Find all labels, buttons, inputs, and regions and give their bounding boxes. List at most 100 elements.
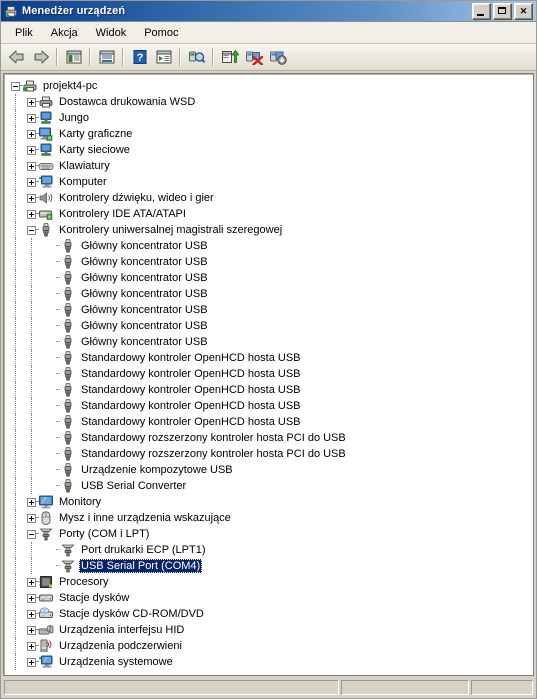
- tree-item[interactable]: Główny koncentrator USB: [4, 334, 533, 350]
- tree-item[interactable]: Standardowy kontroler OpenHCD hosta USB: [4, 414, 533, 430]
- expand-plus-icon[interactable]: [27, 625, 36, 635]
- tree-item[interactable]: Standardowy rozszerzony kontroler hosta …: [4, 430, 533, 446]
- show-list-view-icon[interactable]: [152, 46, 175, 68]
- tree-item[interactable]: Stacje dysków CD-ROM/DVD: [4, 606, 533, 622]
- expand-plus-icon[interactable]: [27, 129, 36, 139]
- expand-plus-icon[interactable]: [27, 497, 36, 507]
- tree-item[interactable]: Kontrolery dźwięku, wideo i gier: [4, 190, 533, 206]
- tree-item[interactable]: Mysz i inne urządzenia wskazujące: [4, 510, 533, 526]
- menu-akcja[interactable]: Akcja: [42, 25, 87, 41]
- tree-item[interactable]: Karty graficzne: [4, 126, 533, 142]
- minimize-button[interactable]: [472, 2, 491, 20]
- tree-item[interactable]: Główny koncentrator USB: [4, 270, 533, 286]
- keyboard-icon: [38, 158, 54, 174]
- expand-plus-icon[interactable]: [27, 641, 36, 651]
- tree-item[interactable]: Monitory: [4, 494, 533, 510]
- usb-icon: [60, 398, 76, 414]
- tree-item[interactable]: Klawiatury: [4, 158, 533, 174]
- expand-plus-icon[interactable]: [27, 97, 36, 107]
- forward-arrow-icon[interactable]: [29, 46, 52, 68]
- tree-item[interactable]: USB Serial Converter: [4, 478, 533, 494]
- expand-plus-icon[interactable]: [27, 609, 36, 619]
- tree-item-label: Komputer: [59, 176, 107, 188]
- enable-device-icon[interactable]: [266, 46, 289, 68]
- back-arrow-icon[interactable]: [5, 46, 28, 68]
- device-tree[interactable]: projekt4-pc Dostawca drukowania WSD Jungo K…: [3, 73, 534, 676]
- expand-plus-icon[interactable]: [27, 177, 36, 187]
- tree-item[interactable]: projekt4-pc: [4, 78, 533, 94]
- uninstall-device-icon[interactable]: [242, 46, 265, 68]
- tree-item[interactable]: Główny koncentrator USB: [4, 286, 533, 302]
- computer-root-icon: [22, 78, 38, 94]
- tree-item[interactable]: Karty sieciowe: [4, 142, 533, 158]
- tree-item[interactable]: Procesory: [4, 574, 533, 590]
- close-button[interactable]: ✕: [514, 2, 533, 20]
- expand-plus-icon[interactable]: [27, 513, 36, 523]
- tree-item[interactable]: Porty (COM i LPT): [4, 526, 533, 542]
- tree-item[interactable]: Standardowy kontroler OpenHCD hosta USB: [4, 366, 533, 382]
- tree-item[interactable]: Główny koncentrator USB: [4, 254, 533, 270]
- tree-item[interactable]: USB Serial Port (COM4): [4, 558, 533, 574]
- usb-icon: [38, 222, 54, 238]
- update-driver-icon[interactable]: [218, 46, 241, 68]
- tree-item[interactable]: Kontrolery uniwersalnej magistrali szere…: [4, 222, 533, 238]
- tree-item[interactable]: Urządzenia interfejsu HID: [4, 622, 533, 638]
- help-icon[interactable]: ?: [128, 46, 151, 68]
- tree-item[interactable]: Port drukarki ECP (LPT1): [4, 542, 533, 558]
- expand-plus-icon[interactable]: [27, 657, 36, 667]
- expand-plus-icon[interactable]: [27, 113, 36, 123]
- tree-item[interactable]: Urządzenie kompozytowe USB: [4, 462, 533, 478]
- window-title: Menedżer urządzeń: [22, 5, 126, 17]
- usb-icon: [60, 382, 76, 398]
- expand-plus-icon[interactable]: [27, 209, 36, 219]
- tree-item[interactable]: Główny koncentrator USB: [4, 318, 533, 334]
- tree-item-label: Kontrolery uniwersalnej magistrali szere…: [59, 224, 283, 236]
- tree-item[interactable]: Kontrolery IDE ATA/ATAPI: [4, 206, 533, 222]
- tree-item-label: Kontrolery IDE ATA/ATAPI: [59, 208, 186, 220]
- tree-item[interactable]: Standardowy kontroler OpenHCD hosta USB: [4, 350, 533, 366]
- tree-item[interactable]: Komputer: [4, 174, 533, 190]
- expand-plus-icon[interactable]: [27, 593, 36, 603]
- title-bar[interactable]: Menedżer urządzeń ✕: [1, 1, 536, 22]
- expand-plus-icon[interactable]: [27, 193, 36, 203]
- tree-item[interactable]: Główny koncentrator USB: [4, 238, 533, 254]
- expand-plus-icon[interactable]: [27, 577, 36, 587]
- tree-item[interactable]: Dostawca drukowania WSD: [4, 94, 533, 110]
- collapse-minus-icon[interactable]: [27, 225, 36, 235]
- tree-item[interactable]: Standardowy kontroler OpenHCD hosta USB: [4, 398, 533, 414]
- tree-item[interactable]: Główny koncentrator USB: [4, 302, 533, 318]
- tree-item[interactable]: Jungo: [4, 110, 533, 126]
- tree-item[interactable]: Standardowy rozszerzony kontroler hosta …: [4, 446, 533, 462]
- tree-item[interactable]: Standardowy kontroler OpenHCD hosta USB: [4, 382, 533, 398]
- collapse-minus-icon[interactable]: [27, 529, 36, 539]
- tree-item[interactable]: Stacje dysków: [4, 590, 533, 606]
- tree-item[interactable]: Urządzenia podczerwieni: [4, 638, 533, 654]
- scan-for-hardware-changes-icon[interactable]: [185, 46, 208, 68]
- expand-plus-icon[interactable]: [27, 145, 36, 155]
- maximize-button[interactable]: [493, 2, 512, 20]
- collapse-minus-icon[interactable]: [11, 81, 20, 91]
- menu-widok[interactable]: Widok: [87, 25, 136, 41]
- properties-icon[interactable]: [95, 46, 118, 68]
- expand-plus-icon[interactable]: [27, 161, 36, 171]
- tree-item[interactable]: Urządzenia systemowe: [4, 654, 533, 670]
- show-hide-console-tree-icon[interactable]: [62, 46, 85, 68]
- menu-pomoc[interactable]: Pomoc: [135, 25, 187, 41]
- menu-plik[interactable]: Plik: [6, 25, 42, 41]
